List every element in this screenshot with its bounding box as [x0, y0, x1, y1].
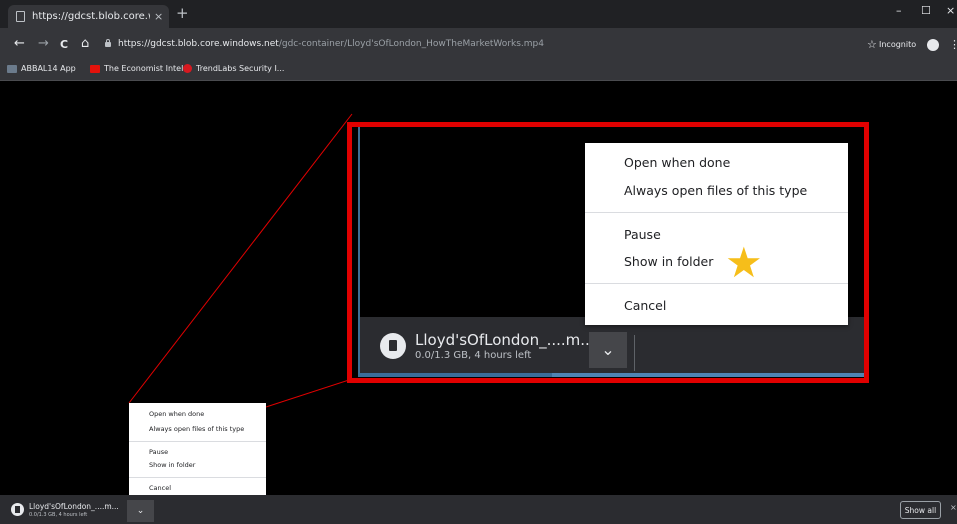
menu-item-pause[interactable]: Pause	[624, 227, 661, 242]
file-icon	[380, 333, 406, 359]
close-shelf-icon[interactable]: ×	[950, 503, 957, 512]
download-filename[interactable]: Lloyd'sOfLondon_....m...	[415, 331, 595, 349]
divider	[634, 335, 635, 371]
download-context-menu-small: Open when done Always open files of this…	[129, 403, 266, 497]
menu-divider	[129, 477, 266, 478]
menu-item-open-when-done[interactable]: Open when done	[624, 155, 730, 170]
download-status: 0.0/1.3 GB, 4 hours left	[29, 512, 88, 518]
download-filename[interactable]: Lloyd'sOfLondon_....m...	[29, 502, 119, 511]
zoomed-highlight-box: Lloyd'sOfLondon_....m... 0.0/1.3 GB, 4 h…	[347, 122, 869, 383]
download-options-chevron-icon[interactable]: ⌄	[127, 500, 154, 522]
download-options-chevron-icon[interactable]: ⌄	[589, 332, 627, 368]
file-icon-glyph	[15, 506, 20, 513]
menu-item-cancel[interactable]: Cancel	[149, 484, 171, 492]
menu-item-open-when-done[interactable]: Open when done	[149, 410, 204, 418]
menu-divider	[585, 212, 848, 213]
download-status: 0.0/1.3 GB, 4 hours left	[415, 350, 532, 361]
download-context-menu: Open when done Always open files of this…	[585, 143, 848, 325]
star-annotation-icon: ★	[725, 238, 763, 287]
menu-item-show-in-folder[interactable]: Show in folder	[624, 254, 713, 269]
menu-item-cancel[interactable]: Cancel	[624, 298, 666, 313]
menu-item-always-open-type[interactable]: Always open files of this type	[149, 425, 244, 433]
menu-item-always-open-type[interactable]: Always open files of this type	[624, 183, 807, 198]
menu-divider	[129, 441, 266, 442]
show-all-button[interactable]: Show all	[900, 501, 941, 519]
menu-divider	[585, 283, 848, 284]
menu-item-pause[interactable]: Pause	[149, 448, 168, 456]
menu-item-show-in-folder[interactable]: Show in folder	[149, 461, 195, 469]
progress-highlight	[552, 373, 864, 377]
